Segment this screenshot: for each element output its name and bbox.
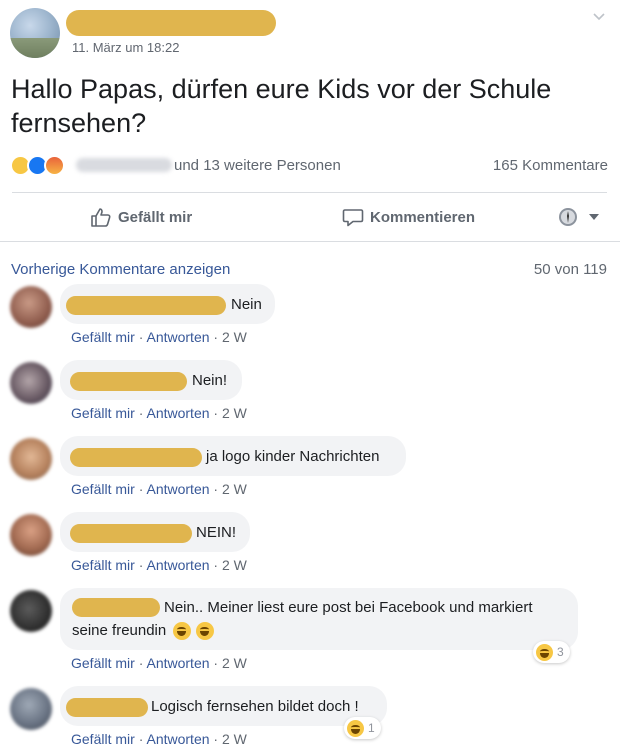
comment-bubble-icon — [342, 209, 364, 227]
commenter-avatar[interactable] — [10, 286, 52, 328]
reactor-count[interactable]: und 13 weitere Personen — [174, 157, 341, 174]
rolling-laughing-emoji-icon — [195, 622, 214, 641]
commenter-avatar[interactable] — [10, 688, 52, 730]
commenter-name-redacted[interactable] — [66, 698, 148, 717]
separator: · — [213, 405, 219, 421]
comment-like-link[interactable]: Gefällt mir — [71, 557, 135, 573]
comment-text-continued: seine freundin — [72, 621, 214, 641]
comment-age[interactable]: 2 W — [222, 655, 247, 671]
profile-avatar-icon — [559, 208, 577, 226]
comment-text: Nein.. Meiner liest eure post bei Facebo… — [164, 599, 533, 616]
caret-down-icon — [589, 214, 599, 220]
comment-age[interactable]: 2 W — [222, 329, 247, 345]
comment-text: Logisch fernsehen bildet doch ! — [151, 698, 359, 715]
comment-reply-link[interactable]: Antworten — [146, 329, 209, 345]
comment-reply-link[interactable]: Antworten — [146, 405, 209, 421]
reaction-icons[interactable] — [10, 155, 74, 177]
comments-pagination-count: 50 von 119 — [533, 261, 607, 278]
separator: · — [213, 557, 219, 573]
separator: · — [213, 731, 219, 747]
comment-text-line2: seine freundin — [72, 622, 167, 639]
comment-actions: Gefällt mir · Antworten · 2 W — [71, 557, 247, 573]
comment-age[interactable]: 2 W — [222, 405, 247, 421]
comment-like-link[interactable]: Gefällt mir — [71, 481, 135, 497]
comment-age[interactable]: 2 W — [222, 557, 247, 573]
thumbs-up-icon — [91, 208, 111, 227]
reactor-name-blurred[interactable] — [76, 158, 172, 172]
separator: · — [213, 481, 219, 497]
comment-reaction-badge[interactable]: 1 — [344, 717, 381, 739]
separator: · — [138, 329, 144, 345]
previous-comments-link[interactable]: Vorherige Kommentare anzeigen — [11, 261, 230, 278]
separator: · — [138, 557, 144, 573]
comment-age[interactable]: 2 W — [222, 481, 247, 497]
angry-icon — [44, 155, 65, 176]
comment-count[interactable]: 165 Kommentare — [493, 157, 608, 174]
separator: · — [138, 481, 144, 497]
author-avatar[interactable] — [10, 8, 60, 58]
comment-bubble: Nein — [60, 284, 275, 324]
separator: · — [213, 655, 219, 671]
comment-text: Nein! — [192, 372, 228, 389]
post-text: Hallo Papas, dürfen eure Kids vor der Sc… — [11, 74, 552, 138]
comment-reply-link[interactable]: Antworten — [146, 655, 209, 671]
haha-icon — [347, 719, 364, 737]
comment-reaction-badge[interactable]: 3 — [533, 641, 570, 663]
comment-actions: Gefällt mir · Antworten · 2 W — [71, 655, 247, 671]
audience-selector[interactable] — [558, 204, 606, 230]
commenter-name-redacted[interactable] — [70, 524, 192, 543]
comment-like-link[interactable]: Gefällt mir — [71, 655, 135, 671]
post-action-bar: Gefällt mir Kommentieren — [0, 194, 620, 240]
comment-reply-link[interactable]: Antworten — [146, 481, 209, 497]
separator: · — [138, 405, 144, 421]
separator: · — [213, 329, 219, 345]
comment-reply-link[interactable]: Antworten — [146, 731, 209, 747]
commenter-avatar[interactable] — [10, 514, 52, 556]
commenter-name-redacted[interactable] — [72, 598, 160, 617]
comment-bubble: NEIN! — [60, 512, 250, 552]
comment-text: ja logo kinder Nachrichten — [206, 448, 380, 465]
like-button[interactable]: Gefällt mir — [90, 204, 192, 230]
commenter-name-redacted[interactable] — [66, 296, 226, 315]
separator: · — [138, 731, 144, 747]
comment-bubble: ja logo kinder Nachrichten — [60, 436, 406, 476]
reactions-summary: und 13 weitere Personen 165 Kommentare — [10, 154, 608, 178]
chevron-down-icon[interactable] — [592, 10, 606, 24]
rolling-laughing-emoji-icon — [173, 622, 192, 641]
commenter-name-redacted[interactable] — [70, 448, 202, 467]
divider — [12, 192, 607, 193]
like-button-label: Gefällt mir — [118, 208, 193, 226]
comment-reaction-count: 1 — [368, 721, 375, 735]
author-name-redacted[interactable] — [66, 10, 276, 36]
comment-text: Nein — [231, 296, 262, 313]
comment-text: NEIN! — [196, 524, 237, 541]
comment-button-label: Kommentieren — [370, 208, 476, 226]
comment-actions: Gefällt mir · Antworten · 2 W — [71, 731, 247, 747]
comment-like-link[interactable]: Gefällt mir — [71, 731, 135, 747]
divider — [0, 241, 620, 242]
separator: · — [138, 655, 144, 671]
commenter-avatar[interactable] — [10, 438, 52, 480]
commenter-name-redacted[interactable] — [70, 372, 187, 391]
comment-actions: Gefällt mir · Antworten · 2 W — [71, 481, 247, 497]
comment-reply-link[interactable]: Antworten — [146, 557, 209, 573]
comments-header: Vorherige Kommentare anzeigen 50 von 119 — [11, 261, 607, 279]
comment-like-link[interactable]: Gefällt mir — [71, 329, 135, 345]
comment-bubble: Nein! — [60, 360, 242, 400]
commenter-avatar[interactable] — [10, 362, 52, 404]
comment-actions: Gefällt mir · Antworten · 2 W — [71, 329, 247, 345]
comment-actions: Gefällt mir · Antworten · 2 W — [71, 405, 247, 421]
comment-age[interactable]: 2 W — [222, 731, 247, 747]
comment-bubble: Logisch fernsehen bildet doch ! — [60, 686, 387, 726]
commenter-avatar[interactable] — [10, 590, 52, 632]
comment-like-link[interactable]: Gefällt mir — [71, 405, 135, 421]
post-timestamp[interactable]: 11. März um 18:22 — [72, 40, 179, 55]
comment-reaction-count: 3 — [557, 645, 564, 659]
post-header: 11. März um 18:22 — [0, 0, 620, 62]
comment-bubble: Nein.. Meiner liest eure post bei Facebo… — [60, 588, 578, 650]
haha-icon — [536, 643, 553, 661]
